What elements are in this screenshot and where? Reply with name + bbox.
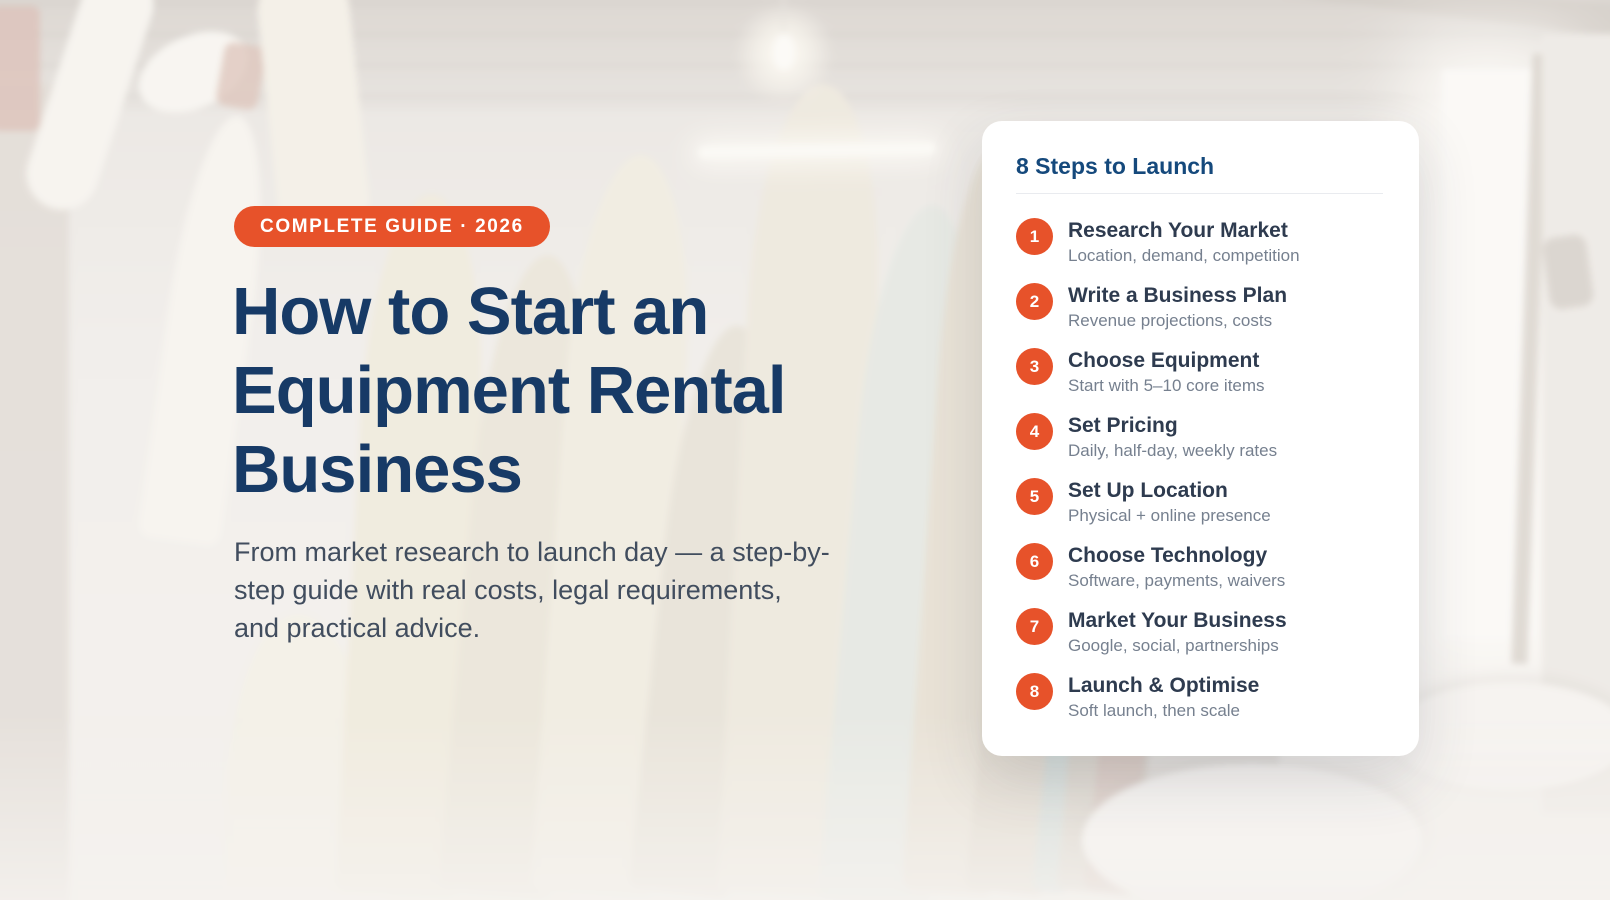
- step-text: Set Up Location Physical + online presen…: [1068, 478, 1271, 526]
- step-item: 6 Choose Technology Software, payments, …: [1016, 543, 1383, 591]
- step-number-badge: 8: [1016, 673, 1053, 710]
- page-title: How to Start an Equipment Rental Busines…: [232, 272, 786, 509]
- step-title: Write a Business Plan: [1068, 283, 1287, 309]
- step-description: Daily, half-day, weekly rates: [1068, 440, 1277, 461]
- step-item: 2 Write a Business Plan Revenue projecti…: [1016, 283, 1383, 331]
- steps-card-title: 8 Steps to Launch: [1016, 151, 1383, 181]
- step-title: Launch & Optimise: [1068, 673, 1259, 699]
- step-number-badge: 2: [1016, 283, 1053, 320]
- page-subtitle-line: and practical advice.: [234, 609, 830, 647]
- step-text: Write a Business Plan Revenue projection…: [1068, 283, 1287, 331]
- step-number-badge: 3: [1016, 348, 1053, 385]
- step-description: Start with 5–10 core items: [1068, 375, 1265, 396]
- step-description: Revenue projections, costs: [1068, 310, 1287, 331]
- step-text: Choose Technology Software, payments, wa…: [1068, 543, 1285, 591]
- step-description: Google, social, partnerships: [1068, 635, 1287, 656]
- steps-card: 8 Steps to Launch 1 Research Your Market…: [982, 121, 1419, 756]
- step-text: Launch & Optimise Soft launch, then scal…: [1068, 673, 1259, 721]
- step-number-badge: 7: [1016, 608, 1053, 645]
- guide-badge-label: COMPLETE GUIDE · 2026: [260, 216, 524, 238]
- step-title: Research Your Market: [1068, 218, 1300, 244]
- page-title-line: Equipment Rental: [232, 351, 786, 430]
- step-description: Location, demand, competition: [1068, 245, 1300, 266]
- step-number-badge: 5: [1016, 478, 1053, 515]
- step-number-badge: 4: [1016, 413, 1053, 450]
- step-description: Software, payments, waivers: [1068, 570, 1285, 591]
- steps-list: 1 Research Your Market Location, demand,…: [1016, 218, 1383, 721]
- step-text: Choose Equipment Start with 5–10 core it…: [1068, 348, 1265, 396]
- divider: [1016, 193, 1383, 194]
- step-title: Set Pricing: [1068, 413, 1277, 439]
- step-description: Soft launch, then scale: [1068, 700, 1259, 721]
- page-title-line: How to Start an: [232, 272, 786, 351]
- step-number-badge: 1: [1016, 218, 1053, 255]
- step-title: Market Your Business: [1068, 608, 1287, 634]
- page-subtitle: From market research to launch day — a s…: [234, 533, 830, 647]
- guide-badge: COMPLETE GUIDE · 2026: [234, 206, 550, 247]
- step-item: 7 Market Your Business Google, social, p…: [1016, 608, 1383, 656]
- step-text: Market Your Business Google, social, par…: [1068, 608, 1287, 656]
- step-title: Choose Technology: [1068, 543, 1285, 569]
- step-item: 1 Research Your Market Location, demand,…: [1016, 218, 1383, 266]
- page-subtitle-line: step guide with real costs, legal requir…: [234, 571, 830, 609]
- step-description: Physical + online presence: [1068, 505, 1271, 526]
- page-title-line: Business: [232, 430, 786, 509]
- step-text: Set Pricing Daily, half-day, weekly rate…: [1068, 413, 1277, 461]
- step-title: Set Up Location: [1068, 478, 1271, 504]
- step-number-badge: 6: [1016, 543, 1053, 580]
- step-item: 3 Choose Equipment Start with 5–10 core …: [1016, 348, 1383, 396]
- step-item: 5 Set Up Location Physical + online pres…: [1016, 478, 1383, 526]
- step-item: 4 Set Pricing Daily, half-day, weekly ra…: [1016, 413, 1383, 461]
- step-text: Research Your Market Location, demand, c…: [1068, 218, 1300, 266]
- step-title: Choose Equipment: [1068, 348, 1265, 374]
- page-subtitle-line: From market research to launch day — a s…: [234, 533, 830, 571]
- hero-page: COMPLETE GUIDE · 2026 How to Start an Eq…: [0, 0, 1610, 900]
- step-item: 8 Launch & Optimise Soft launch, then sc…: [1016, 673, 1383, 721]
